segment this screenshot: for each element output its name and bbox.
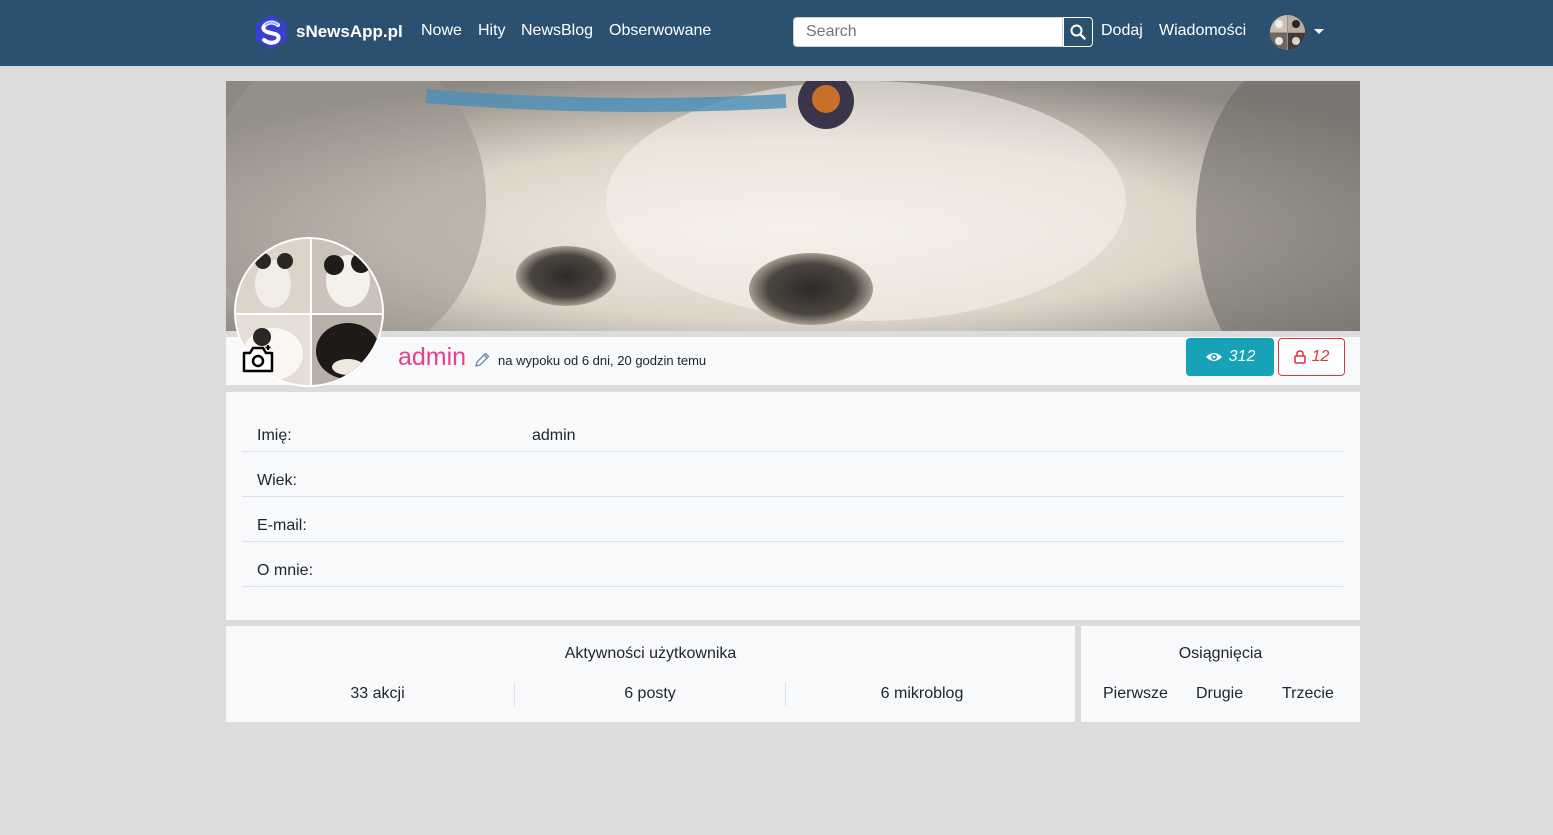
nav-link-wiadomosci[interactable]: Wiadomości [1159, 21, 1246, 41]
info-label: Wiek: [257, 472, 297, 489]
views-count: 312 [1228, 348, 1256, 365]
nav-link-newsblog[interactable]: NewsBlog [521, 21, 593, 41]
brand-link[interactable]: sNewsApp.pl [254, 14, 403, 50]
stat-microblog[interactable]: 6 mikroblog [785, 685, 1059, 703]
profile-joined-text: na wypoku od 6 dni, 20 godzin temu [498, 353, 707, 368]
search-input[interactable] [793, 17, 1063, 47]
lock-icon [1293, 350, 1306, 364]
avatar-image [1270, 15, 1305, 50]
navbar: sNewsApp.pl Nowe Hity NewsBlog Obserwowa… [0, 0, 1553, 66]
achievement-third[interactable]: Trzecie [1282, 685, 1334, 703]
activity-title: Aktywności użytkownika [564, 645, 737, 662]
search-form [793, 17, 1093, 47]
stat-actions[interactable]: 33 akcji [226, 685, 529, 703]
achievements-card: Osiągnięcia Pierwsze Drugie Trzecie [1081, 626, 1360, 722]
lock-button[interactable]: 12 [1278, 338, 1345, 376]
edit-pencil-icon[interactable] [474, 352, 490, 368]
lock-count: 12 [1311, 348, 1330, 365]
profile-username: admin [398, 343, 467, 371]
activity-card: Aktywności użytkownika 33 akcji 6 posty … [226, 626, 1075, 722]
search-icon [1070, 24, 1086, 40]
info-row-age: Wiek: [242, 452, 1344, 497]
info-label: Imię: [257, 427, 292, 444]
stat-posts[interactable]: 6 posty [514, 685, 786, 703]
info-label: E-mail: [257, 517, 307, 534]
info-row-email: E-mail: [242, 497, 1344, 542]
info-row-about: O mnie: [242, 542, 1344, 587]
user-menu-avatar[interactable] [1270, 15, 1305, 50]
chevron-down-icon[interactable] [1314, 29, 1324, 34]
camera-icon[interactable] [241, 344, 275, 374]
info-label: O mnie: [257, 562, 314, 579]
info-row-name: Imię: admin [242, 407, 1344, 452]
profile-info-card: Imię: admin Wiek: E-mail: O mnie: [226, 392, 1360, 620]
achievement-second[interactable]: Drugie [1196, 685, 1243, 703]
brand-name: sNewsApp.pl [296, 22, 403, 41]
nav-link-obserwowane[interactable]: Obserwowane [609, 21, 711, 41]
info-value: admin [532, 427, 576, 444]
search-button[interactable] [1063, 17, 1093, 47]
achievement-first[interactable]: Pierwsze [1103, 685, 1168, 703]
achievements-title: Osiągnięcia [1178, 645, 1263, 662]
brand-logo-icon [256, 15, 286, 49]
nav-link-hity[interactable]: Hity [478, 21, 506, 41]
cover-photo [226, 81, 1360, 331]
eye-icon [1205, 353, 1222, 361]
nav-link-nowe[interactable]: Nowe [421, 21, 462, 41]
views-button[interactable]: 312 [1186, 338, 1274, 376]
nav-link-dodaj[interactable]: Dodaj [1101, 21, 1143, 41]
